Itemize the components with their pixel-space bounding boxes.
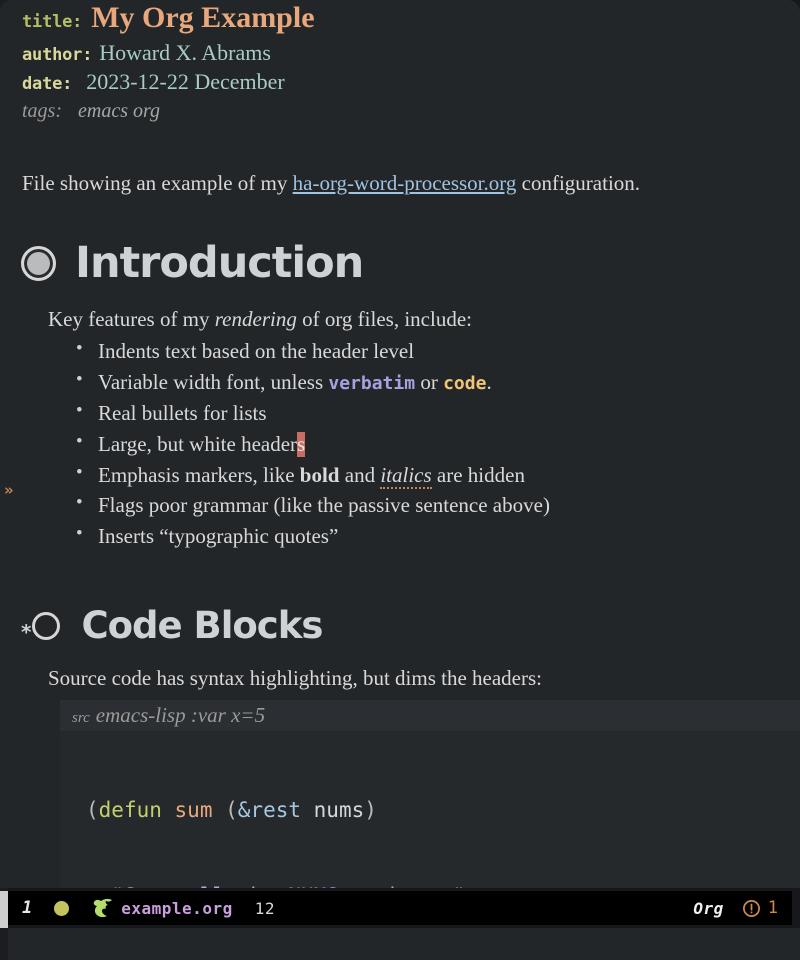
- keyword-label-author: author:: [22, 45, 93, 65]
- left-fringe: »: [0, 0, 18, 888]
- echo-area[interactable]: [8, 928, 800, 960]
- buffer-content: title: My Org Example author: Howard X. …: [18, 0, 800, 888]
- keyword-line-tags: tags: emacs org: [18, 98, 800, 132]
- italic-text: italics: [380, 462, 432, 489]
- text-cursor: s: [297, 431, 306, 457]
- keyword-line-author: author: Howard X. Abrams: [18, 40, 800, 69]
- heading-star-marker: *: [21, 619, 32, 644]
- code-text: code: [443, 372, 487, 394]
- list-item-text: Real bullets for lists: [98, 400, 267, 425]
- org-link-ha-org-word-processor[interactable]: ha-org-word-processor.org: [293, 171, 517, 195]
- flycheck-error-count: 1: [767, 898, 778, 918]
- list-item-text: Flags poor grammar (like the passive sen…: [98, 493, 550, 518]
- keyword-label-title: title:: [22, 12, 83, 32]
- list-item-text-mid: and: [339, 462, 381, 487]
- continuation-marker-icon: »: [4, 481, 14, 499]
- keyword-line-title: title: My Org Example: [18, 0, 800, 40]
- list-item: Emphasis markers, like bold and italics …: [76, 459, 800, 491]
- list-item-text-end: .: [486, 369, 492, 394]
- list-item-text: Emphasis markers, like: [98, 462, 300, 487]
- intro-text-after: configuration.: [516, 171, 641, 195]
- source-begin-args: emacs-lisp :var x=5: [95, 703, 266, 728]
- list-item: Flags poor grammar (like the passive sen…: [76, 489, 800, 521]
- list-item: Inserts “typographic quotes”: [76, 520, 800, 552]
- list-item-text-end: are hidden: [431, 462, 525, 487]
- mode-line-left: 1 example.org 12: [8, 898, 275, 918]
- tags-value: emacs org: [78, 100, 161, 122]
- ring-icon: [32, 611, 61, 640]
- lead-part-b: of org files, include:: [296, 307, 472, 332]
- echo-area-gutter: [0, 928, 8, 960]
- code-blocks-lead-text: Source code has syntax highlighting, but…: [48, 666, 542, 691]
- list-item-text: Indents text based on the header level: [98, 339, 415, 364]
- buffer-state-icon[interactable]: [54, 900, 70, 916]
- list-item: Large, but white headers: [76, 428, 800, 460]
- introduction-feature-list: Indents text based on the header level V…: [48, 335, 800, 552]
- keyword-label-date: date:: [22, 74, 73, 94]
- list-item-text: Variable width font, unless: [98, 369, 329, 394]
- keyword-line-date: date: 2023-12-22 December: [18, 69, 800, 98]
- section-code-blocks-body: Source code has syntax highlighting, but…: [18, 665, 800, 888]
- source-block-code[interactable]: (defun sum (&rest nums) "Sums all the NU…: [60, 731, 800, 888]
- list-item-text: Inserts “typographic quotes”: [98, 524, 339, 549]
- document-author: Howard X. Abrams: [99, 40, 271, 65]
- window-number: 1: [22, 898, 33, 918]
- source-block[interactable]: src emacs-lisp :var x=5 (defun sum (&rest…: [60, 700, 800, 888]
- document-title: My Org Example: [91, 1, 315, 34]
- error-circle-icon: [742, 899, 760, 917]
- heading-introduction-label: Introduction: [75, 238, 364, 289]
- source-block-header: src emacs-lisp :var x=5: [60, 700, 800, 732]
- major-mode-name[interactable]: Org: [693, 899, 723, 918]
- list-item: Indents text based on the header level: [76, 335, 800, 367]
- document-date: 2023-12-22 December: [86, 69, 285, 94]
- heading-code-blocks[interactable]: * Code Blocks: [18, 604, 800, 647]
- buffer-window[interactable]: » title: My Org Example author: Howard X…: [0, 0, 800, 888]
- lead-part-a: Key features of my: [48, 307, 215, 332]
- list-item: Variable width font, unless verbatim or …: [76, 366, 800, 398]
- list-item-text: Large, but white header: [98, 431, 298, 456]
- mode-line: 1 example.org 12 Org 1: [8, 891, 792, 925]
- source-begin-keyword: src: [72, 710, 90, 727]
- lead-emphasis: rendering: [214, 307, 297, 332]
- tags-label: tags:: [22, 100, 62, 122]
- column-number: 12: [254, 898, 275, 918]
- buffer-name[interactable]: example.org: [121, 899, 232, 918]
- emacs-frame: » title: My Org Example author: Howard X…: [0, 0, 800, 960]
- mode-line-right: Org 1: [693, 898, 792, 918]
- intro-paragraph: File showing an example of my ha-org-wor…: [18, 170, 800, 196]
- flycheck-status[interactable]: 1: [742, 898, 778, 918]
- bold-text: bold: [299, 462, 340, 487]
- heading-code-blocks-label: Code Blocks: [81, 604, 323, 648]
- verbatim-text: verbatim: [328, 372, 416, 394]
- code-line-1: (defun sum (&rest nums): [86, 798, 377, 823]
- heading-introduction[interactable]: Introduction: [18, 238, 800, 288]
- intro-text-before: File showing an example of my: [22, 171, 293, 195]
- list-item: Real bullets for lists: [76, 397, 800, 429]
- scrollbar-thumb[interactable]: [0, 891, 8, 931]
- section-introduction-body: Key features of my rendering of org file…: [18, 306, 800, 552]
- code-line-2: "Sums all the NUMS numbers.": [60, 882, 800, 888]
- introduction-lead-text: Key features of my rendering of org file…: [48, 306, 800, 333]
- list-item-text-mid: or: [415, 369, 444, 394]
- bullseye-icon: [21, 245, 56, 281]
- gnu-head-icon: [92, 898, 114, 918]
